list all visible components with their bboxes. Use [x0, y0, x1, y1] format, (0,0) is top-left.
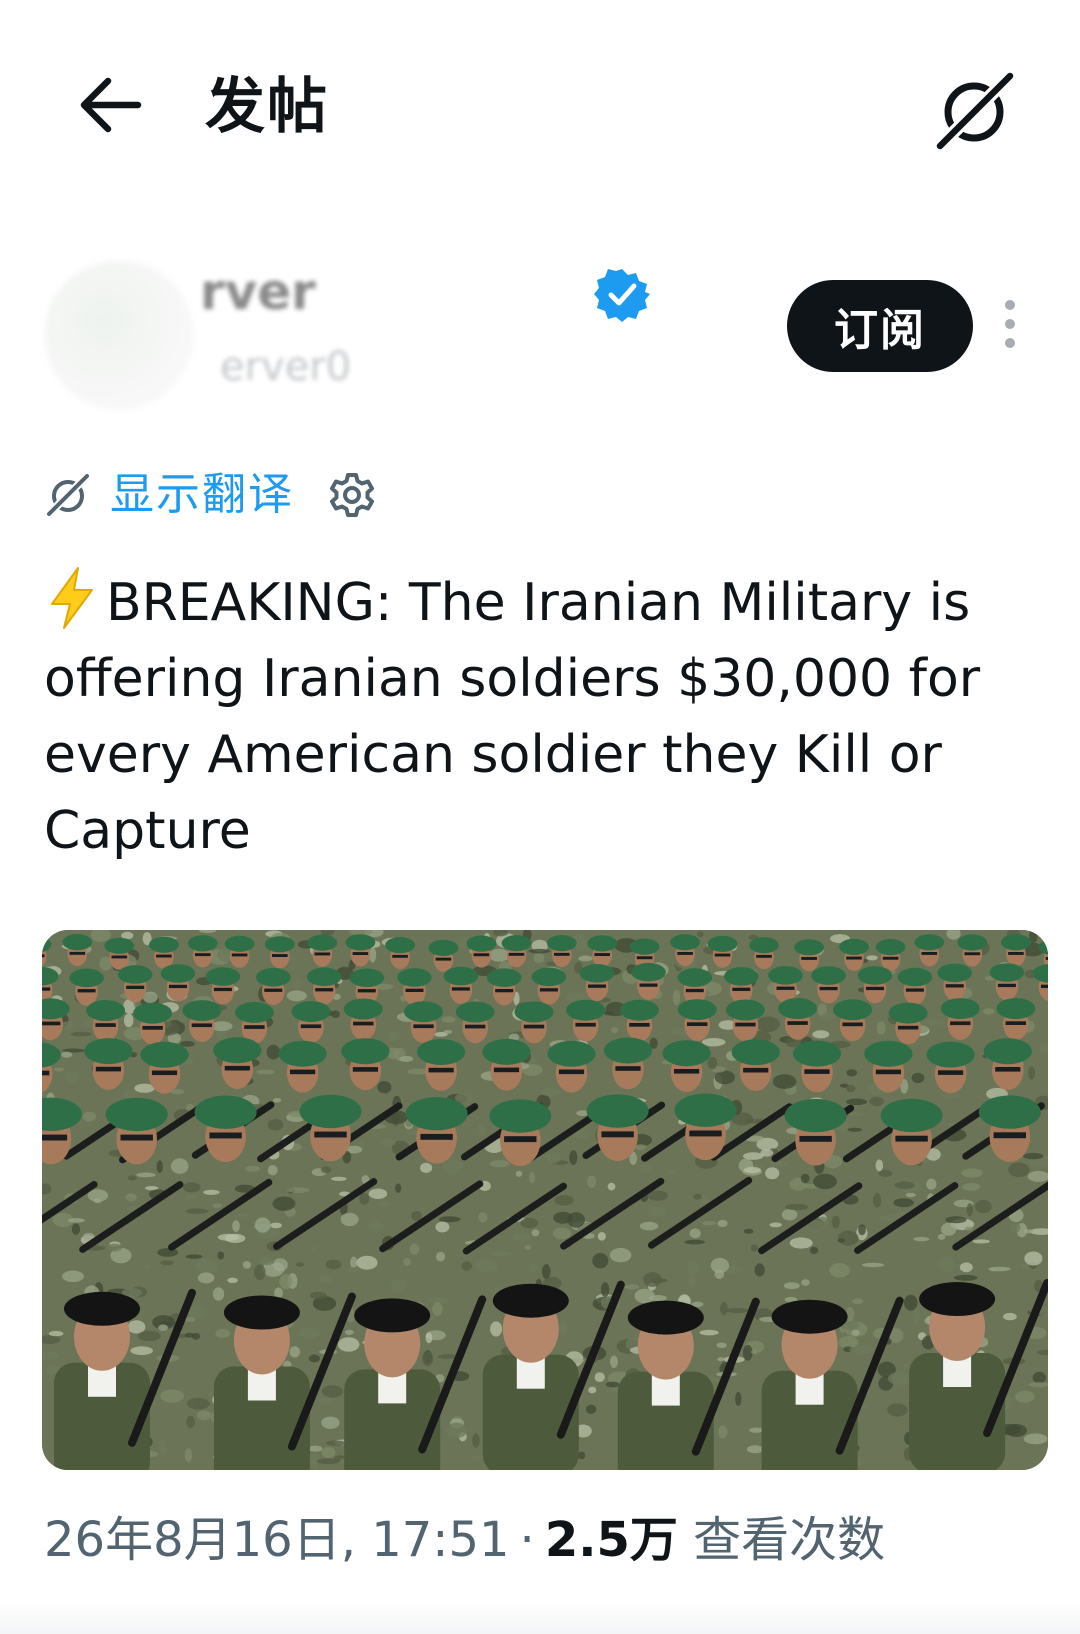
translate-row: 显示翻译 [44, 465, 376, 525]
gear-icon[interactable] [328, 471, 376, 519]
show-translation-link[interactable]: 显示翻译 [110, 468, 294, 522]
post-timestamp[interactable]: 26年8月16日, 17:51 [44, 1512, 510, 1568]
back-button[interactable] [70, 70, 150, 140]
author-handle[interactable]: erver0 [220, 342, 351, 392]
post-meta: 26年8月16日, 17:51 · 2.5万 查看次数 [44, 1510, 885, 1570]
post-body-text: BREAKING: The Iranian Military is offeri… [44, 573, 981, 861]
grok-icon [933, 69, 1017, 153]
subscribe-button[interactable]: 订阅 [787, 280, 973, 372]
bottom-divider [0, 1600, 1080, 1634]
soldiers-parade-photo [42, 930, 1048, 1470]
verified-badge-icon [594, 266, 650, 322]
views-label: 查看次数 [693, 1512, 886, 1568]
post-text: BREAKING: The Iranian Military is offeri… [44, 565, 1044, 869]
views-count: 2.5万 [544, 1512, 678, 1568]
avatar[interactable] [44, 260, 194, 410]
lightning-emoji-icon [44, 567, 106, 633]
meta-separator: · [519, 1512, 535, 1568]
more-vertical-icon [995, 300, 1025, 348]
author-display-name[interactable]: rver [200, 262, 316, 322]
more-options-button[interactable] [995, 300, 1025, 356]
page-title: 发帖 [205, 72, 329, 142]
grok-button[interactable] [930, 66, 1020, 156]
arrow-left-icon [80, 77, 142, 133]
post-image[interactable] [42, 930, 1048, 1470]
grok-icon [45, 472, 91, 518]
